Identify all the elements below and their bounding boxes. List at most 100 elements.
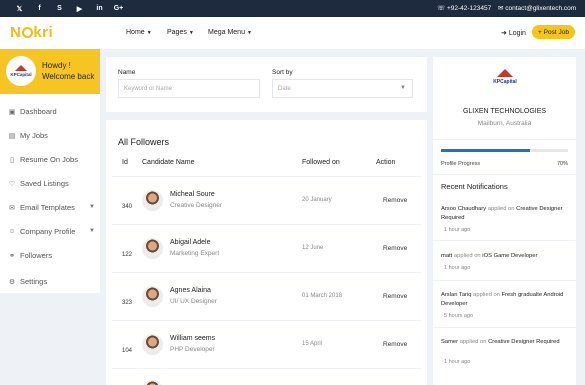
followed-date: 15 April xyxy=(302,341,323,347)
login-link[interactable]: ➜ Login xyxy=(501,29,526,37)
nav-pages[interactable]: Pages ▼ xyxy=(167,29,194,36)
profile-progress-fill xyxy=(441,149,530,152)
sidebar-item-settings[interactable]: ⚙ Settings xyxy=(8,277,47,286)
candidate-role: Marketing Expert xyxy=(170,250,220,257)
sidebar-item-company-profile[interactable]: ☺ Company Profile xyxy=(8,227,75,236)
notification-item[interactable]: Arslan Tariq applied on Fresh gradualte … xyxy=(441,291,568,308)
notification-time: 5 hours ago xyxy=(444,313,474,319)
sidebar-item-label: Followers xyxy=(20,251,53,260)
heart-icon: ♡ xyxy=(8,180,16,188)
row-id: 323 xyxy=(122,300,133,306)
greeting-title: Howdy ! xyxy=(42,61,71,70)
progress-label: Profile Progress xyxy=(441,161,481,167)
remove-button[interactable]: Remove xyxy=(383,293,407,300)
column-header-followed-on: Followed on xyxy=(302,159,340,166)
logo-text: kri xyxy=(33,24,54,41)
nav-pages-label: Pages xyxy=(167,29,187,36)
sidebar-item-label: Company Profile xyxy=(20,227,76,236)
nav-mega-menu-label: Mega Menu xyxy=(208,29,245,36)
sidebar-item-label: My Jobs xyxy=(20,131,48,140)
sidebar-item-label: Saved Listings xyxy=(20,179,69,188)
facebook-icon[interactable]: f xyxy=(34,3,45,14)
candidate-name[interactable]: William seems xyxy=(170,335,215,342)
candidate-name[interactable]: Abigail Adele xyxy=(170,239,210,246)
phone-icon: ☏ xyxy=(437,5,447,12)
twitter-icon[interactable]: 𝕏 xyxy=(14,3,25,14)
column-header-id: Id xyxy=(122,159,128,166)
candidate-name[interactable]: Agnes Alaina xyxy=(170,287,211,294)
sidebar-item-label: Resume On Jobs xyxy=(20,155,78,164)
profile-card: KPCapital Howdy ! Welcome back xyxy=(0,49,100,94)
youtube-icon[interactable]: ▶ xyxy=(74,3,85,14)
dashboard-icon: ▣ xyxy=(8,108,16,116)
chevron-down-icon[interactable]: ▼ xyxy=(89,204,95,210)
table-row: 104 William seems PHP Developer 15 April… xyxy=(106,334,427,382)
row-id: 340 xyxy=(122,204,133,210)
notification-job[interactable]: Creative Designer Required xyxy=(488,339,560,345)
avatar xyxy=(142,334,163,355)
notification-item[interactable]: Samer applied on Creative Designer Requi… xyxy=(441,338,568,347)
google-plus-icon[interactable]: G+ xyxy=(113,3,124,14)
email-address[interactable]: contact@glixentech.com xyxy=(505,5,576,12)
chevron-down-icon: ▼ xyxy=(188,30,194,36)
notification-user[interactable]: matt xyxy=(441,253,452,259)
login-icon: ➜ xyxy=(501,30,509,37)
avatar xyxy=(142,238,163,259)
sidebar-item-dashboard[interactable]: ▣ Dashboard xyxy=(8,107,57,116)
followed-date: 01 March 2018 xyxy=(302,293,343,299)
gear-icon: ⚙ xyxy=(8,278,16,286)
divider xyxy=(112,272,421,273)
sort-select[interactable]: Date ▼ xyxy=(272,79,413,98)
remove-button[interactable]: Remove xyxy=(383,245,407,252)
company-logo-text: KPCapital xyxy=(493,79,517,85)
sidebar-item-my-jobs[interactable]: ▤ My Jobs xyxy=(8,131,48,140)
column-header-candidate: Candidate Name xyxy=(142,159,195,166)
notification-item[interactable]: Arsoo Chaudhary applied on Creative Desi… xyxy=(441,205,568,222)
post-job-button[interactable]: + Post Job xyxy=(532,25,575,39)
avatar: KPCapital xyxy=(6,56,36,86)
row-id: 122 xyxy=(122,252,133,258)
notification-user[interactable]: Arsoo Chaudhary xyxy=(441,206,486,212)
divider xyxy=(433,240,576,241)
linkedin-icon[interactable]: in xyxy=(94,3,105,14)
chevron-down-icon[interactable]: ▼ xyxy=(89,228,95,234)
nav-home[interactable]: Home ▼ xyxy=(126,29,152,36)
notification-verb: applied on xyxy=(459,339,487,345)
logo-letter-n: N xyxy=(10,24,22,41)
kp-logo-icon xyxy=(15,65,27,71)
greeting: Howdy ! Welcome back xyxy=(42,60,94,82)
sidebar-item-email-templates[interactable]: ✉ Email Templates xyxy=(8,203,75,212)
notification-item[interactable]: matt applied on iOS Game Developer xyxy=(441,252,568,261)
name-filter-label: Name xyxy=(118,69,136,76)
mail-icon: ✉ xyxy=(9,204,15,212)
email-contact[interactable]: ✉ contact@glixentech.com xyxy=(498,4,576,12)
top-bar: 𝕏 f S ▶ in G+ ☏ +92-42-123457 ✉ contact@… xyxy=(0,0,585,17)
name-search-input[interactable]: Keyword or Name xyxy=(118,79,260,98)
followed-date: 12 June xyxy=(302,245,324,251)
notification-user[interactable]: Samer xyxy=(441,339,458,345)
remove-button[interactable]: Remove xyxy=(383,341,407,348)
candidate-name[interactable]: Micheal Soure xyxy=(170,191,215,198)
remove-button[interactable]: Remove xyxy=(383,197,407,204)
followers-panel: All Followers Id Candidate Name Followed… xyxy=(106,120,427,385)
notification-time: 1 hour ago xyxy=(444,265,471,271)
sidebar-item-saved-listings[interactable]: ♡ Saved Listings xyxy=(8,179,69,188)
logo-ring-icon xyxy=(21,27,33,38)
column-header-action: Action xyxy=(376,159,396,166)
skype-icon[interactable]: S xyxy=(54,3,65,14)
chevron-down-icon: ▼ xyxy=(400,85,406,91)
sidebar-item-resume-on-jobs[interactable]: ▯ Resume On Jobs xyxy=(8,155,78,164)
users-icon: ⚭ xyxy=(9,252,15,260)
notification-user[interactable]: Arslan Tariq xyxy=(441,292,472,298)
nav-mega-menu[interactable]: Mega Menu ▼ xyxy=(208,29,252,36)
notifications-title: Recent Notifications xyxy=(441,182,508,191)
profile-progress-bar xyxy=(441,149,568,152)
kp-logo-icon xyxy=(497,69,513,77)
sort-selected-value: Date xyxy=(278,85,291,92)
table-row: 323 Agnes Alaina UI/ UX Designer 01 Marc… xyxy=(106,286,427,334)
dashboard-sidebar: KPCapital Howdy ! Welcome back ▣ Dashboar… xyxy=(0,49,100,293)
site-logo[interactable]: Nkri xyxy=(10,24,53,41)
sidebar-item-followers[interactable]: ⚭ Followers xyxy=(8,251,52,260)
document-icon: ▯ xyxy=(10,156,14,164)
notification-job[interactable]: iOS Game Developer xyxy=(482,253,537,259)
